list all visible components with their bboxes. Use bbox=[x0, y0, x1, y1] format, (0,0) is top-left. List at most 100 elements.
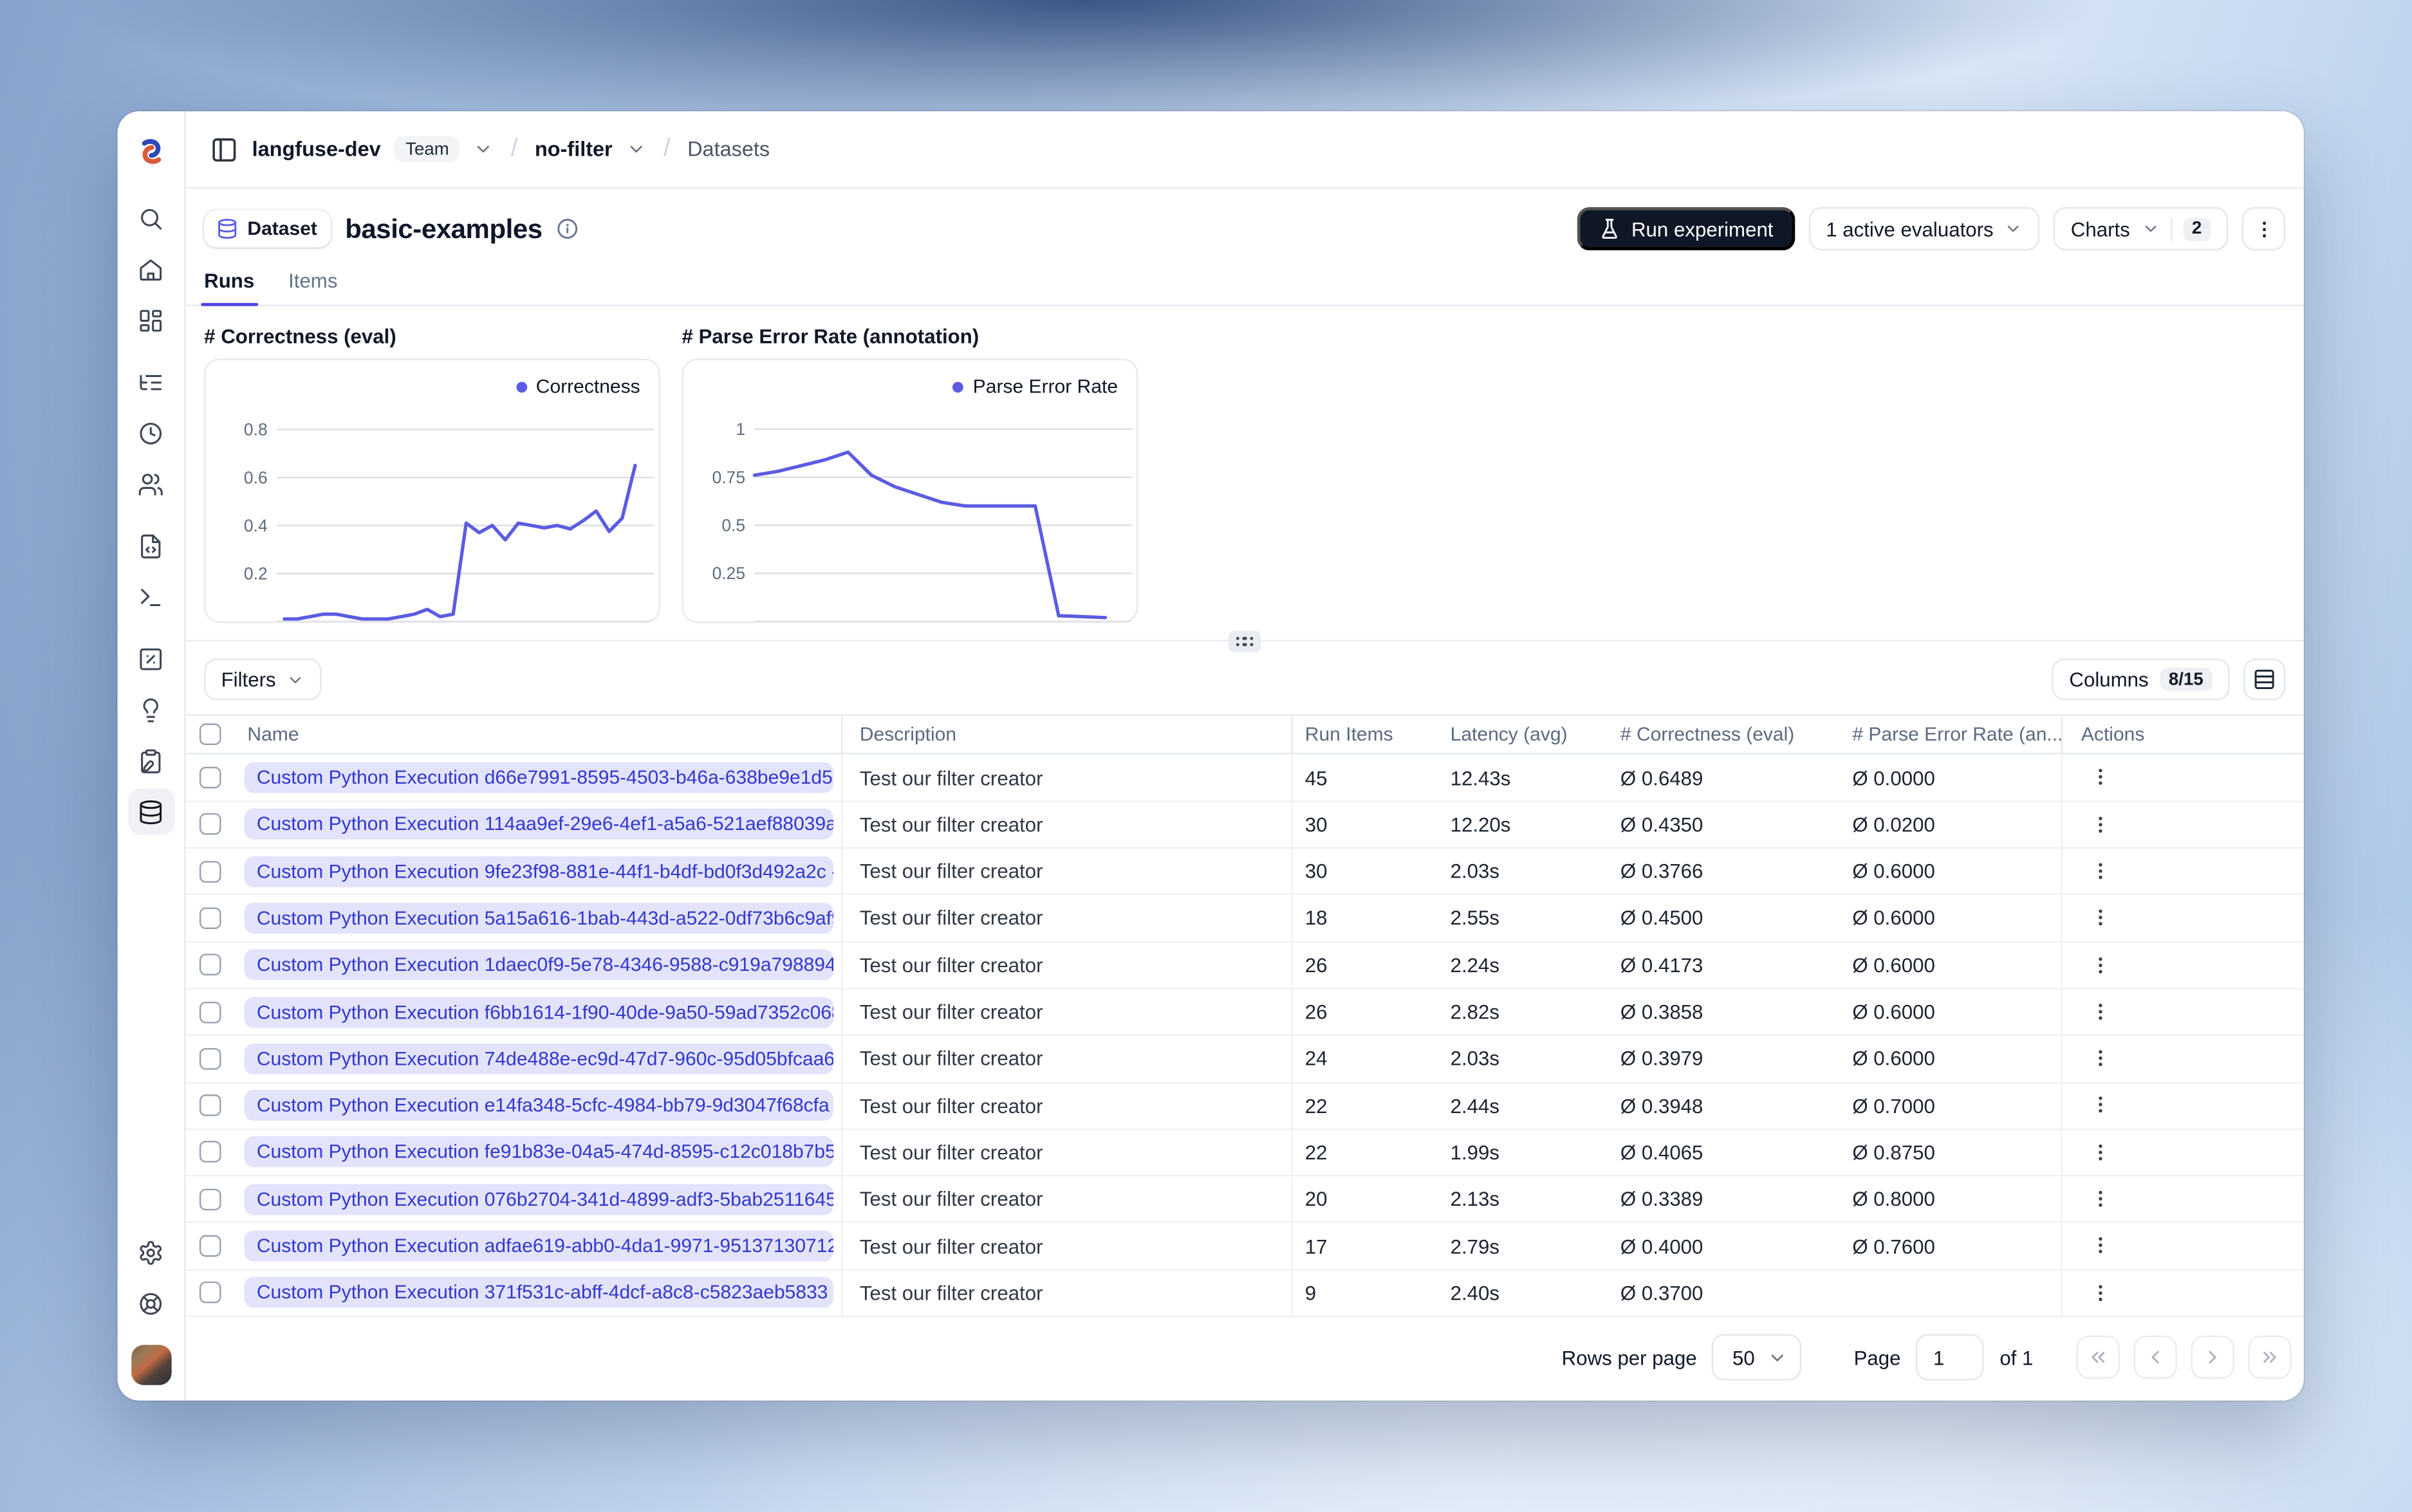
run-description: Test our filter creator bbox=[842, 1083, 1293, 1129]
row-actions-button[interactable] bbox=[2081, 1274, 2119, 1311]
run-items-count: 18 bbox=[1304, 907, 1328, 930]
info-icon[interactable] bbox=[556, 218, 578, 240]
chart-title: # Parse Error Rate (annotation) bbox=[682, 324, 979, 348]
row-checkbox[interactable] bbox=[199, 1282, 221, 1304]
table-row[interactable]: Custom Python Execution fe91b83e-04a5-47… bbox=[185, 1129, 2304, 1177]
database-icon bbox=[138, 798, 164, 825]
table-row[interactable]: Custom Python Execution 74de488e-ec9d-47… bbox=[185, 1036, 2304, 1083]
sidebar-item-home[interactable] bbox=[127, 246, 174, 292]
sidebar-item-annotation[interactable] bbox=[127, 737, 174, 784]
sidebar-item-settings[interactable] bbox=[127, 1229, 174, 1275]
next-page-button[interactable] bbox=[2191, 1335, 2234, 1379]
row-checkbox[interactable] bbox=[199, 1000, 221, 1023]
run-name-link[interactable]: Custom Python Execution fe91b83e-04a5-47… bbox=[244, 1136, 834, 1168]
row-checkbox[interactable] bbox=[199, 1188, 221, 1210]
row-actions-button[interactable] bbox=[2081, 1087, 2119, 1124]
row-actions-button[interactable] bbox=[2081, 1040, 2119, 1077]
row-actions-button[interactable] bbox=[2081, 806, 2119, 843]
row-checkbox[interactable] bbox=[199, 907, 221, 929]
sidebar-item-sessions[interactable] bbox=[127, 410, 174, 456]
page-number-input[interactable] bbox=[1916, 1334, 1985, 1381]
panel-left-toggle-icon[interactable] bbox=[210, 135, 238, 163]
select-all-checkbox[interactable] bbox=[199, 723, 221, 746]
page-more-actions-button[interactable] bbox=[2241, 207, 2286, 251]
table-row[interactable]: Custom Python Execution 371f531c-abff-4d… bbox=[185, 1270, 2304, 1318]
chevron-down-icon[interactable] bbox=[626, 139, 646, 159]
tab-runs[interactable]: Runs bbox=[201, 269, 257, 306]
row-actions-button[interactable] bbox=[2081, 946, 2119, 983]
run-experiment-button[interactable]: Run experiment bbox=[1577, 207, 1795, 251]
row-checkbox[interactable] bbox=[199, 1141, 221, 1163]
button-divider bbox=[2170, 217, 2172, 241]
run-name-link[interactable]: Custom Python Execution 076b2704-341d-48… bbox=[244, 1183, 834, 1215]
kebab-menu-icon bbox=[2098, 1003, 2102, 1020]
tab-items[interactable]: Items bbox=[288, 269, 337, 304]
run-items-count: 26 bbox=[1304, 953, 1328, 977]
row-checkbox[interactable] bbox=[199, 813, 221, 836]
run-name-link[interactable]: Custom Python Execution 1daec0f9-5e78-43… bbox=[244, 949, 834, 981]
run-parse-error-rate: Ø 0.7000 bbox=[1843, 1083, 2063, 1129]
last-page-button[interactable] bbox=[2248, 1335, 2292, 1379]
row-checkbox[interactable] bbox=[199, 766, 221, 789]
previous-page-button[interactable] bbox=[2133, 1335, 2177, 1379]
row-actions-button[interactable] bbox=[2081, 899, 2119, 937]
run-name-link[interactable]: Custom Python Execution adfae619-abb0-4d… bbox=[244, 1230, 834, 1262]
sidebar-item-dashboards[interactable] bbox=[127, 297, 174, 343]
active-evaluators-button[interactable]: 1 active evaluators bbox=[1808, 207, 2040, 251]
table-row[interactable]: Custom Python Execution adfae619-abb0-4d… bbox=[185, 1223, 2304, 1271]
row-checkbox[interactable] bbox=[199, 860, 221, 883]
row-height-button[interactable] bbox=[2243, 658, 2286, 701]
sidebar-item-playground[interactable] bbox=[127, 573, 174, 620]
row-checkbox[interactable] bbox=[199, 1235, 221, 1257]
table-row[interactable]: Custom Python Execution e14fa348-5cfc-49… bbox=[185, 1083, 2304, 1130]
run-name-link[interactable]: Custom Python Execution f6bb1614-1f90-40… bbox=[244, 996, 834, 1028]
row-actions-button[interactable] bbox=[2081, 1180, 2119, 1217]
row-actions-button[interactable] bbox=[2081, 853, 2119, 890]
table-toolbar: Filters Columns 8/15 bbox=[185, 641, 2304, 714]
first-page-button[interactable] bbox=[2076, 1335, 2120, 1379]
sidebar-item-support[interactable] bbox=[127, 1280, 174, 1326]
breadcrumb-section[interactable]: Datasets bbox=[687, 138, 770, 161]
row-actions-button[interactable] bbox=[2081, 1227, 2119, 1264]
charts-toggle-button[interactable]: Charts 2 bbox=[2054, 207, 2229, 251]
sidebar-item-tracing[interactable] bbox=[127, 358, 174, 405]
row-checkbox[interactable] bbox=[199, 954, 221, 976]
rows-per-page-select[interactable]: 50 bbox=[1712, 1334, 1801, 1381]
row-actions-button[interactable] bbox=[2081, 993, 2119, 1030]
table-row[interactable]: Custom Python Execution 114aa9ef-29e6-4e… bbox=[185, 802, 2304, 849]
table-row[interactable]: Custom Python Execution d66e7991-8595-45… bbox=[185, 755, 2304, 802]
run-name-link[interactable]: Custom Python Execution 114aa9ef-29e6-4e… bbox=[244, 809, 834, 840]
run-latency: 12.43s bbox=[1450, 766, 1511, 789]
row-checkbox[interactable] bbox=[199, 1094, 221, 1117]
chevron-down-icon[interactable] bbox=[474, 139, 494, 159]
filters-button[interactable]: Filters bbox=[204, 658, 322, 701]
columns-button[interactable]: Columns 8/15 bbox=[2052, 658, 2230, 701]
langfuse-logo[interactable] bbox=[134, 134, 168, 169]
run-name-link[interactable]: Custom Python Execution 9fe23f98-881e-44… bbox=[244, 856, 834, 887]
breadcrumb-project[interactable]: no-filter bbox=[535, 138, 613, 161]
columns-label: Columns bbox=[2069, 667, 2149, 691]
run-name-link[interactable]: Custom Python Execution 74de488e-ec9d-47… bbox=[244, 1043, 834, 1074]
breadcrumb-org[interactable]: langfuse-dev bbox=[252, 138, 381, 161]
table-row[interactable]: Custom Python Execution 1daec0f9-5e78-43… bbox=[185, 942, 2304, 990]
sidebar-item-prompts[interactable] bbox=[127, 522, 174, 569]
table-row[interactable]: Custom Python Execution f6bb1614-1f90-40… bbox=[185, 989, 2304, 1037]
table-row[interactable]: Custom Python Execution 5a15a616-1bab-44… bbox=[185, 895, 2304, 943]
settings-icon bbox=[138, 1239, 164, 1266]
user-avatar[interactable] bbox=[131, 1345, 171, 1385]
run-name-link[interactable]: Custom Python Execution 371f531c-abff-4d… bbox=[244, 1277, 834, 1309]
table-row[interactable]: Custom Python Execution 076b2704-341d-48… bbox=[185, 1176, 2304, 1224]
resize-drag-handle[interactable] bbox=[1228, 631, 1261, 652]
sidebar-item-search[interactable] bbox=[127, 195, 174, 241]
sidebar-item-insights[interactable] bbox=[127, 687, 174, 733]
table-row[interactable]: Custom Python Execution 9fe23f98-881e-44… bbox=[185, 849, 2304, 896]
run-name-link[interactable]: Custom Python Execution d66e7991-8595-45… bbox=[244, 762, 834, 793]
run-name-link[interactable]: Custom Python Execution 5a15a616-1bab-44… bbox=[244, 903, 834, 934]
sidebar-item-evaluators[interactable] bbox=[127, 635, 174, 681]
row-actions-button[interactable] bbox=[2081, 1134, 2119, 1171]
sidebar-item-users[interactable] bbox=[127, 461, 174, 507]
row-actions-button[interactable] bbox=[2081, 759, 2119, 796]
sidebar-item-datasets[interactable] bbox=[127, 788, 174, 835]
run-name-link[interactable]: Custom Python Execution e14fa348-5cfc-49… bbox=[244, 1090, 834, 1121]
row-checkbox[interactable] bbox=[199, 1047, 221, 1070]
